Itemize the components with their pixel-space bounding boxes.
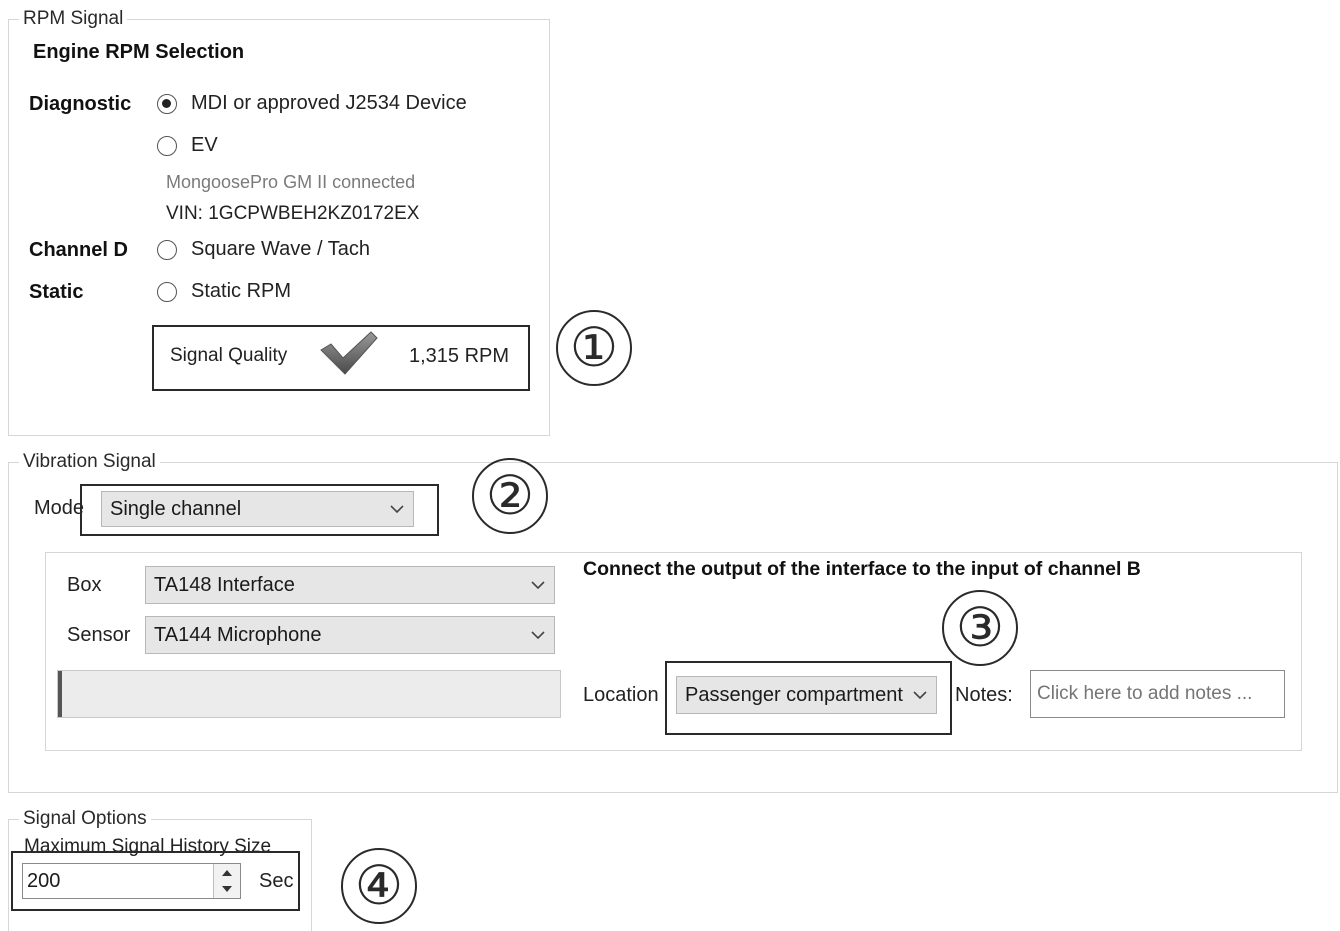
mode-select-value: Single channel	[110, 497, 242, 520]
connect-instruction: Connect the output of the interface to t…	[583, 558, 1141, 580]
spin-down-icon[interactable]	[214, 881, 240, 898]
chevron-down-icon	[913, 691, 927, 700]
spin-up-icon[interactable]	[214, 864, 240, 881]
radio-square-wave[interactable]	[157, 240, 177, 260]
notes-input[interactable]	[1030, 670, 1285, 718]
radio-static-label[interactable]: Static RPM	[191, 280, 291, 303]
vibration-signal-legend: Vibration Signal	[23, 451, 156, 472]
vin-text: VIN: 1GCPWBEH2KZ0172EX	[166, 203, 420, 224]
history-size-value[interactable]: 200	[27, 870, 60, 893]
callout-1: ①	[556, 310, 632, 386]
mode-select[interactable]: Single channel	[101, 491, 414, 527]
radio-static[interactable]	[157, 282, 177, 302]
box-select[interactable]: TA148 Interface	[145, 566, 555, 604]
location-select-value: Passenger compartment	[685, 683, 903, 706]
box-label: Box	[67, 574, 102, 596]
radio-square-wave-label[interactable]: Square Wave / Tach	[191, 238, 370, 261]
signal-level-fill	[58, 671, 62, 717]
engine-rpm-heading: Engine RPM Selection	[33, 41, 245, 63]
signal-level-bar	[57, 670, 561, 718]
signal-quality-label: Signal Quality	[170, 345, 288, 366]
chevron-down-icon	[531, 581, 545, 590]
device-status: MongoosePro GM II connected	[166, 172, 416, 192]
sensor-select[interactable]: TA144 Microphone	[145, 616, 555, 654]
stepper-buttons[interactable]	[213, 864, 240, 898]
rpm-signal-legend: RPM Signal	[23, 8, 124, 29]
static-label: Static	[29, 281, 84, 303]
checkmark-icon	[319, 330, 379, 384]
signal-options-legend: Signal Options	[23, 808, 147, 829]
chevron-down-icon	[531, 631, 545, 640]
radio-ev[interactable]	[157, 136, 177, 156]
callout-3: ③	[942, 590, 1018, 666]
sensor-select-value: TA144 Microphone	[154, 623, 322, 646]
radio-mdi-label[interactable]: MDI or approved J2534 Device	[191, 92, 467, 115]
chevron-down-icon	[390, 505, 404, 514]
location-label: Location	[583, 684, 659, 706]
notes-label: Notes:	[955, 684, 1013, 706]
box-select-value: TA148 Interface	[154, 573, 295, 596]
location-select[interactable]: Passenger compartment	[676, 676, 937, 714]
callout-2: ②	[472, 458, 548, 534]
history-unit: Sec	[259, 870, 294, 892]
radio-ev-label[interactable]: EV	[191, 134, 218, 157]
history-size-stepper[interactable]: 200	[22, 863, 241, 899]
callout-4: ④	[341, 848, 417, 924]
mode-label: Mode	[34, 497, 85, 519]
rpm-value: 1,315 RPM	[409, 345, 510, 367]
channel-d-label: Channel D	[29, 239, 128, 261]
diagnostic-label: Diagnostic	[29, 93, 132, 115]
radio-mdi[interactable]	[157, 94, 177, 114]
radio-selected-dot	[162, 99, 171, 108]
sensor-label: Sensor	[67, 624, 131, 646]
